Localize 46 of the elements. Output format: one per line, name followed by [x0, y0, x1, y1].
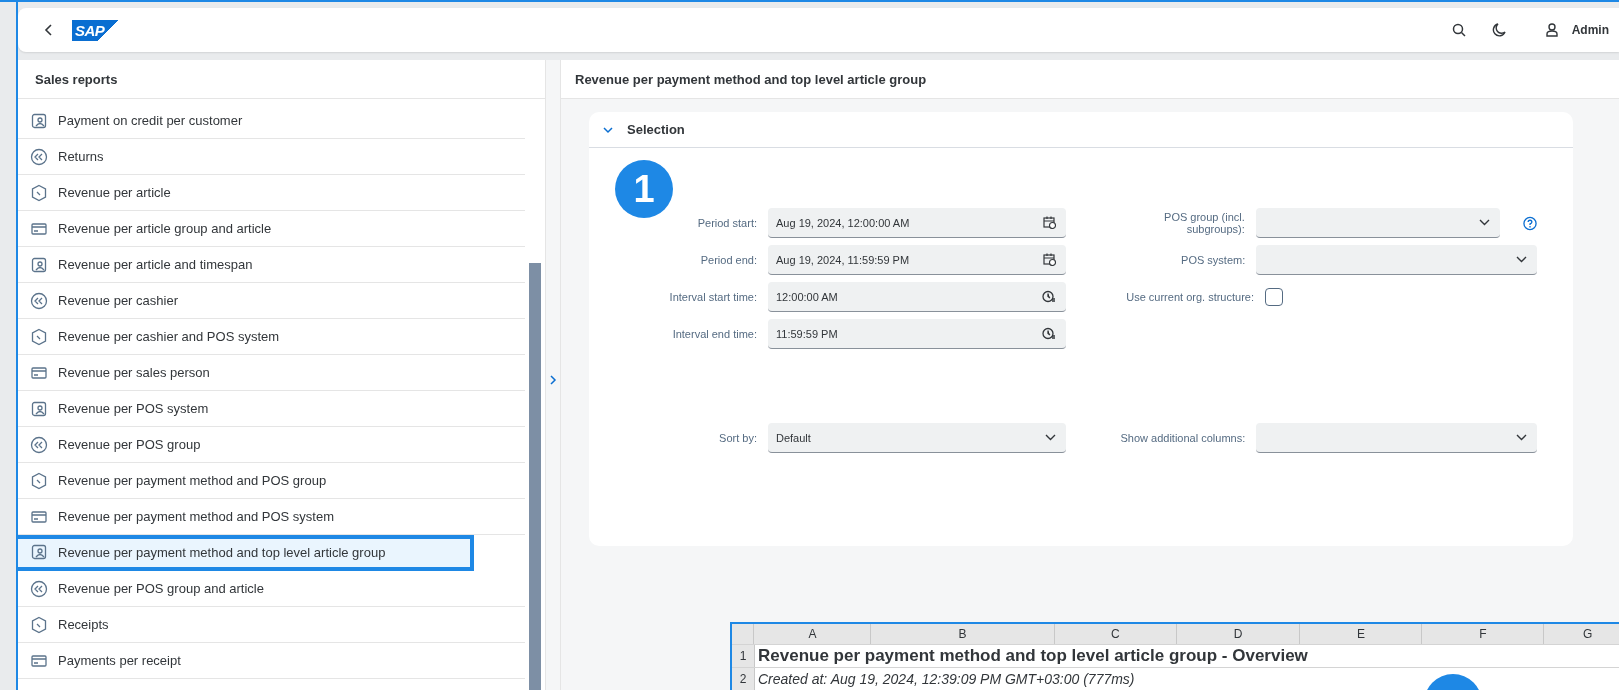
field-label: POS group (incl. subgroups):: [1163, 211, 1245, 235]
column-header: F: [1422, 624, 1545, 644]
field-label: Interval start time:: [668, 291, 757, 303]
column-header: A: [754, 624, 872, 644]
field-label: Interval end time:: [671, 328, 757, 340]
time-picker-field[interactable]: 11:59:59 PM: [768, 319, 1066, 349]
logo: SAP: [72, 19, 119, 41]
time-picker-field[interactable]: 12:00:00 AM: [768, 282, 1066, 312]
user-menu-button[interactable]: Admin: [1545, 23, 1609, 37]
report-list-item[interactable]: Revenue per sales person: [18, 355, 525, 391]
spreadsheet-cell-text: Created at: Aug 19, 2024, 12:39:09 PM GMT+03:00 (777ms): [757, 670, 1135, 689]
report-list-item[interactable]: Payments per receipt: [18, 643, 525, 679]
column-header: G: [1544, 624, 1619, 644]
report-list-item[interactable]: Revenue per POS system: [18, 391, 525, 427]
column-header: C: [1054, 624, 1177, 644]
report-list-item[interactable]: Revenue per payment method and top level article group: [18, 535, 474, 571]
column-header: B: [871, 624, 1055, 644]
field-label: POS system:: [1180, 254, 1246, 266]
report-list-item[interactable]: Revenue per POS group: [18, 427, 525, 463]
page-title: Revenue per payment method and top level article group: [561, 60, 1619, 99]
sidebar-title: Sales reports: [18, 60, 545, 99]
field-label: Use current org. structure:: [1125, 291, 1254, 303]
report-list-item[interactable]: Revenue per cashier: [18, 283, 525, 319]
step-badge: 1: [615, 160, 673, 218]
row-header: 2: [732, 668, 755, 690]
spreadsheet-cell-text: Revenue per payment method and top level article group - Overview: [757, 645, 1308, 667]
column-header: E: [1300, 624, 1423, 644]
report-list-item[interactable]: Revenue per cashier and POS system: [18, 319, 525, 355]
report-list-item[interactable]: Revenue per article and timespan: [18, 247, 525, 283]
dropdown-field[interactable]: Default: [768, 423, 1066, 453]
report-list-item[interactable]: Revenue per article: [18, 175, 525, 211]
selection-panel-header[interactable]: Selection: [589, 112, 1573, 148]
field-label: Sort by:: [718, 432, 757, 444]
date-picker-field[interactable]: Aug 19, 2024, 11:59:59 PM: [768, 245, 1066, 275]
field-label: Show additional columns:: [1119, 432, 1246, 444]
field-label: Period end:: [699, 254, 757, 266]
report-list-item[interactable]: Returns: [18, 139, 525, 175]
report-list-item[interactable]: Payment on credit per customer: [18, 103, 525, 139]
row-header: 1: [732, 645, 755, 667]
report-list-item[interactable]: Receipts: [18, 607, 525, 643]
field-label: Period start:: [696, 217, 757, 229]
column-header: D: [1176, 624, 1301, 644]
report-list-item[interactable]: Revenue per article group and article: [18, 211, 525, 247]
date-picker-field[interactable]: Aug 19, 2024, 12:00:00 AM: [768, 208, 1066, 238]
report-list-item[interactable]: Revenue per payment method and POS group: [18, 463, 525, 499]
report-list-item[interactable]: Revenue per POS group and article: [18, 571, 525, 607]
